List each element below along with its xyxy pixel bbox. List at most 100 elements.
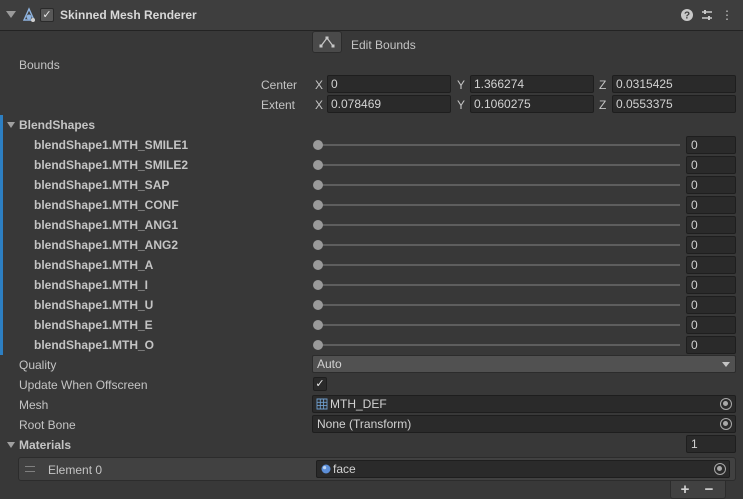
blendshape-slider-thumb[interactable] xyxy=(313,260,323,270)
blendshape-slider-track[interactable] xyxy=(318,224,680,226)
blendshape-label: blendShape1.MTH_O xyxy=(34,338,155,352)
blendshape-label: blendShape1.MTH_ANG2 xyxy=(34,238,179,252)
mesh-grid-icon xyxy=(316,398,328,410)
blendshape-label: blendShape1.MTH_ANG1 xyxy=(34,218,179,232)
blendshape-slider-track[interactable] xyxy=(318,344,680,346)
blendshape-slider-track[interactable] xyxy=(318,144,680,146)
blendshape-slider-track[interactable] xyxy=(318,304,680,306)
object-picker-icon[interactable] xyxy=(720,398,732,410)
blendshape-slider-track[interactable] xyxy=(318,324,680,326)
quality-dropdown[interactable]: Auto xyxy=(312,355,736,373)
blendshape-accent-bar xyxy=(0,295,3,315)
component-header[interactable]: ✓ Skinned Mesh Renderer ? ⋮ xyxy=(0,0,743,31)
more-options-icon[interactable]: ⋮ xyxy=(720,7,734,23)
root-bone-field[interactable]: None (Transform) xyxy=(312,415,736,433)
update-offscreen-label: Update When Offscreen xyxy=(19,378,148,392)
object-picker-icon[interactable] xyxy=(720,418,732,430)
center-y-field[interactable]: 1.366274 xyxy=(470,75,594,93)
blendshape-label: blendShape1.MTH_SMILE1 xyxy=(34,138,189,152)
help-icon[interactable]: ? xyxy=(680,7,694,23)
blendshape-slider-track[interactable] xyxy=(318,264,680,266)
blendshape-accent-bar xyxy=(0,135,3,155)
materials-foldout-icon[interactable] xyxy=(7,442,15,448)
element-0-value: face xyxy=(333,462,356,476)
element-0-field[interactable]: face xyxy=(316,460,730,478)
quality-label: Quality xyxy=(19,358,57,372)
blendshape-accent-bar xyxy=(0,335,3,355)
center-x-label: X xyxy=(315,78,324,92)
element-0-label: Element 0 xyxy=(48,463,103,477)
blendshape-value-field[interactable]: 0 xyxy=(686,276,736,294)
blendshape-slider-thumb[interactable] xyxy=(313,300,323,310)
mesh-field[interactable]: MTH_DEF xyxy=(312,395,736,413)
extent-z-field[interactable]: 0.0553375 xyxy=(612,95,736,113)
blendshapes-label[interactable]: BlendShapes xyxy=(19,118,95,132)
blendshape-slider-track[interactable] xyxy=(318,204,680,206)
center-z-field[interactable]: 0.0315425 xyxy=(612,75,736,93)
drag-handle-icon[interactable] xyxy=(25,466,35,472)
blendshape-slider-track[interactable] xyxy=(318,244,680,246)
blendshape-slider-thumb[interactable] xyxy=(313,340,323,350)
blendshape-value-field[interactable]: 0 xyxy=(686,176,736,194)
blendshape-slider-thumb[interactable] xyxy=(313,140,323,150)
materials-size-field[interactable]: 1 xyxy=(686,435,736,453)
blendshape-accent-bar xyxy=(0,175,3,195)
blendshapes-foldout-icon[interactable] xyxy=(7,122,15,128)
checkmark-icon: ✓ xyxy=(42,9,52,21)
extent-x-field[interactable]: 0.078469 xyxy=(327,95,451,113)
foldout-arrow-icon[interactable] xyxy=(6,11,16,18)
center-z-label: Z xyxy=(599,78,607,92)
blendshape-slider-track[interactable] xyxy=(318,164,680,166)
blendshape-value-field[interactable]: 0 xyxy=(686,236,736,254)
blendshape-slider-thumb[interactable] xyxy=(313,280,323,290)
blendshape-label: blendShape1.MTH_CONF xyxy=(34,198,179,212)
presets-icon[interactable] xyxy=(700,7,714,23)
svg-text:?: ? xyxy=(684,11,690,22)
extent-x-label: X xyxy=(315,98,324,112)
extent-y-label: Y xyxy=(457,98,466,112)
blendshape-value-field[interactable]: 0 xyxy=(686,296,736,314)
component-enabled-checkbox[interactable]: ✓ xyxy=(40,8,54,22)
blendshape-label: blendShape1.MTH_U xyxy=(34,298,154,312)
blendshape-slider-track[interactable] xyxy=(318,184,680,186)
blendshape-value-field[interactable]: 0 xyxy=(686,216,736,234)
blendshape-accent-bar xyxy=(0,215,3,235)
root-bone-label: Root Bone xyxy=(19,418,76,432)
blendshape-slider-thumb[interactable] xyxy=(313,160,323,170)
blendshape-value-field[interactable]: 0 xyxy=(686,316,736,334)
update-offscreen-checkbox[interactable]: ✓ xyxy=(313,377,327,391)
blendshape-value-field[interactable]: 0 xyxy=(686,136,736,154)
blendshape-value-field[interactable]: 0 xyxy=(686,196,736,214)
blendshape-slider-thumb[interactable] xyxy=(313,240,323,250)
blendshape-value-field[interactable]: 0 xyxy=(686,156,736,174)
extent-z-label: Z xyxy=(599,98,607,112)
mesh-value: MTH_DEF xyxy=(330,397,387,411)
object-picker-icon[interactable] xyxy=(714,463,726,475)
list-footer: + − xyxy=(670,481,726,499)
blendshape-accent-bar xyxy=(0,255,3,275)
blendshape-slider-thumb[interactable] xyxy=(313,220,323,230)
blendshape-slider-thumb[interactable] xyxy=(313,180,323,190)
quality-value: Auto xyxy=(317,357,342,371)
edit-bounds-icon xyxy=(319,36,335,48)
blendshape-slider-track[interactable] xyxy=(318,284,680,286)
edit-bounds-button[interactable] xyxy=(312,31,342,53)
blendshape-slider-thumb[interactable] xyxy=(313,200,323,210)
edit-bounds-label: Edit Bounds xyxy=(351,38,416,52)
extent-y-field[interactable]: 0.1060275 xyxy=(470,95,594,113)
blendshape-slider-thumb[interactable] xyxy=(313,320,323,330)
remove-element-button[interactable]: − xyxy=(699,481,719,499)
blendshape-value-field[interactable]: 0 xyxy=(686,336,736,354)
extent-label: Extent xyxy=(261,98,296,112)
dropdown-arrow-icon xyxy=(722,362,730,367)
blendshape-accent-bar xyxy=(0,275,3,295)
center-label: Center xyxy=(261,78,298,92)
blendshape-value-field[interactable]: 0 xyxy=(686,256,736,274)
blendshape-label: blendShape1.MTH_SMILE2 xyxy=(34,158,189,172)
materials-label[interactable]: Materials xyxy=(19,438,71,452)
blendshape-label: blendShape1.MTH_SAP xyxy=(34,178,170,192)
center-y-label: Y xyxy=(457,78,466,92)
blendshapes-accent-bar xyxy=(0,115,3,135)
center-x-field[interactable]: 0 xyxy=(327,75,451,93)
add-element-button[interactable]: + xyxy=(675,481,695,499)
